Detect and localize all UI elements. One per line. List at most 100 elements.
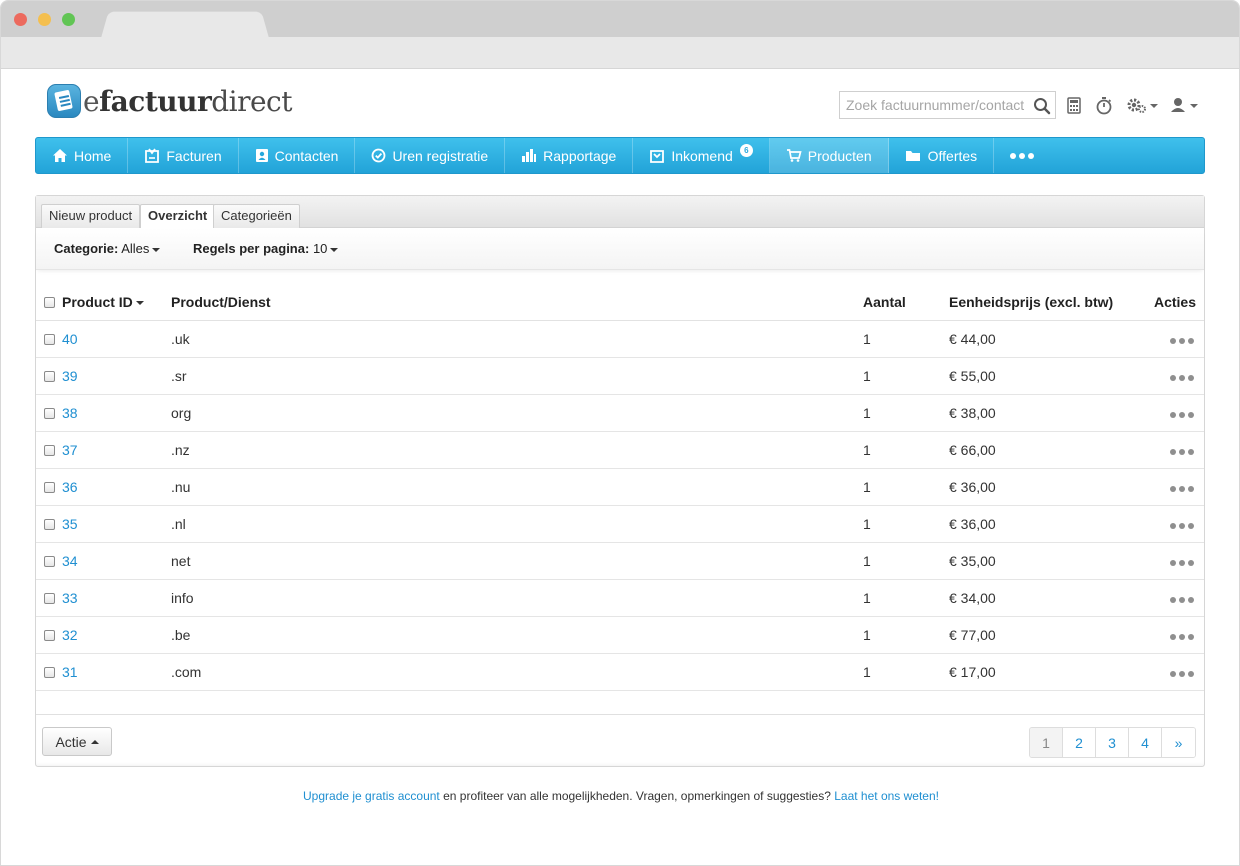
row-actions-menu-icon[interactable] bbox=[1170, 337, 1194, 344]
category-filter[interactable]: Categorie: Alles bbox=[54, 241, 161, 256]
select-all-checkbox[interactable] bbox=[44, 296, 55, 308]
window-close-button[interactable] bbox=[14, 13, 27, 26]
product-id-link[interactable]: 34 bbox=[62, 553, 78, 569]
row-actions-menu-icon[interactable] bbox=[1170, 596, 1194, 603]
rows-per-page-label: Regels per pagina: bbox=[193, 241, 310, 256]
clock-check-icon bbox=[372, 148, 386, 163]
search-input[interactable] bbox=[840, 92, 1030, 118]
cell-unit-price: € 35,00 bbox=[949, 542, 1139, 580]
cell-quantity: 1 bbox=[863, 394, 949, 432]
product-id-link[interactable]: 33 bbox=[62, 590, 78, 606]
row-actions-menu-icon[interactable] bbox=[1170, 559, 1194, 566]
product-id-link[interactable]: 39 bbox=[62, 368, 78, 384]
cell-product-id: 36 bbox=[36, 468, 171, 506]
row-actions-menu-icon[interactable] bbox=[1170, 448, 1194, 455]
pagination-page[interactable]: 4 bbox=[1129, 728, 1162, 757]
product-id-link[interactable]: 31 bbox=[62, 664, 78, 680]
pagination-page[interactable]: 1 bbox=[1030, 728, 1063, 757]
table-row[interactable]: 33 info 1 € 34,00 bbox=[36, 579, 1204, 617]
pagination-page[interactable]: 3 bbox=[1096, 728, 1129, 757]
nav-item-rapportage[interactable]: Rapportage bbox=[505, 138, 634, 173]
table-row[interactable]: 37 .nz 1 € 66,00 bbox=[36, 431, 1204, 469]
nav-more-button[interactable] bbox=[994, 138, 1050, 173]
nav-item-contacten[interactable]: Contacten bbox=[239, 138, 356, 173]
upgrade-account-link[interactable]: Upgrade je gratis account bbox=[303, 789, 440, 803]
stopwatch-icon[interactable] bbox=[1095, 94, 1113, 116]
header-product: Product/Dienst bbox=[171, 284, 863, 321]
cell-actions bbox=[1139, 579, 1204, 617]
product-id-link[interactable]: 36 bbox=[62, 479, 78, 495]
cell-product-id: 39 bbox=[36, 357, 171, 395]
home-icon bbox=[53, 149, 67, 162]
nav-item-offertes[interactable]: Offertes bbox=[889, 138, 995, 173]
row-checkbox[interactable] bbox=[44, 333, 55, 345]
table-row[interactable]: 32 .be 1 € 77,00 bbox=[36, 616, 1204, 654]
app-logo[interactable]: efactuurdirect bbox=[47, 84, 292, 118]
window-maximize-button[interactable] bbox=[62, 13, 75, 26]
calculator-icon[interactable] bbox=[1067, 94, 1081, 116]
table-footer-bar: Actie 1 2 3 4» bbox=[36, 714, 1204, 766]
pagination-next[interactable]: » bbox=[1162, 728, 1195, 757]
row-checkbox[interactable] bbox=[44, 518, 55, 530]
logo-text: efactuurdirect bbox=[83, 84, 292, 118]
row-checkbox[interactable] bbox=[44, 481, 55, 493]
row-actions-menu-icon[interactable] bbox=[1170, 522, 1194, 529]
row-actions-menu-icon[interactable] bbox=[1170, 633, 1194, 640]
pagination-page[interactable]: 2 bbox=[1063, 728, 1096, 757]
nav-label: Producten bbox=[807, 147, 872, 164]
table-row[interactable]: 40 .uk 1 € 44,00 bbox=[36, 320, 1204, 358]
nav-label: Contacten bbox=[274, 147, 339, 164]
nav-item-producten[interactable]: Producten bbox=[769, 138, 889, 173]
notification-badge: 6 bbox=[739, 144, 753, 157]
search-icon[interactable] bbox=[1033, 97, 1051, 115]
table-row[interactable]: 35 .nl 1 € 36,00 bbox=[36, 505, 1204, 543]
table-row[interactable]: 36 .nu 1 € 36,00 bbox=[36, 468, 1204, 506]
table-row[interactable]: 39 .sr 1 € 55,00 bbox=[36, 357, 1204, 395]
action-button[interactable]: Actie bbox=[42, 727, 112, 756]
row-actions-menu-icon[interactable] bbox=[1170, 485, 1194, 492]
table-row[interactable]: 34 net 1 € 35,00 bbox=[36, 542, 1204, 580]
tab-overview[interactable]: Overzicht bbox=[140, 204, 216, 229]
header-quantity: Aantal bbox=[863, 284, 949, 321]
table-row[interactable]: 38 org 1 € 38,00 bbox=[36, 394, 1204, 432]
nav-label: Home bbox=[74, 147, 112, 164]
cell-product: net bbox=[171, 542, 863, 580]
panel-tabbar: Nieuw product Overzicht Categorieën bbox=[36, 196, 1204, 229]
row-checkbox[interactable] bbox=[44, 555, 55, 567]
browser-tab[interactable] bbox=[101, 11, 269, 38]
tab-new-product[interactable]: Nieuw product bbox=[41, 204, 141, 228]
nav-item-home[interactable]: Home bbox=[36, 138, 129, 173]
row-checkbox[interactable] bbox=[44, 629, 55, 641]
nav-item-uren-registratie[interactable]: Uren registratie bbox=[355, 138, 506, 173]
row-checkbox[interactable] bbox=[44, 592, 55, 604]
cell-quantity: 1 bbox=[863, 320, 949, 358]
tab-categories[interactable]: Categorieën bbox=[213, 204, 300, 228]
header-product-id[interactable]: Product ID bbox=[36, 284, 171, 321]
row-checkbox[interactable] bbox=[44, 370, 55, 382]
product-id-link[interactable]: 35 bbox=[62, 516, 78, 532]
cell-product: .nz bbox=[171, 431, 863, 469]
rows-per-page-filter[interactable]: Regels per pagina: 10 bbox=[193, 241, 339, 256]
row-checkbox[interactable] bbox=[44, 444, 55, 456]
product-id-link[interactable]: 32 bbox=[62, 627, 78, 643]
feedback-link[interactable]: Laat het ons weten! bbox=[834, 789, 939, 803]
cell-actions bbox=[1139, 505, 1204, 543]
product-id-link[interactable]: 37 bbox=[62, 442, 78, 458]
nav-item-facturen[interactable]: Facturen bbox=[128, 138, 239, 173]
row-actions-menu-icon[interactable] bbox=[1170, 411, 1194, 418]
product-id-link[interactable]: 38 bbox=[62, 405, 78, 421]
browser-window: efactuurdirect Zoek factuurnummer/contac… bbox=[0, 0, 1240, 866]
user-menu-icon[interactable] bbox=[1169, 94, 1199, 116]
table-row[interactable]: 31 .com 1 € 17,00 bbox=[36, 653, 1204, 691]
row-actions-menu-icon[interactable] bbox=[1170, 374, 1194, 381]
cell-unit-price: € 66,00 bbox=[949, 431, 1139, 469]
nav-item-inkomend[interactable]: Inkomend 6 bbox=[633, 138, 770, 173]
window-minimize-button[interactable] bbox=[38, 13, 51, 26]
product-id-link[interactable]: 40 bbox=[62, 331, 78, 347]
row-checkbox[interactable] bbox=[44, 407, 55, 419]
cell-product-id: 31 bbox=[36, 653, 171, 691]
row-checkbox[interactable] bbox=[44, 666, 55, 678]
nav-label: Inkomend bbox=[671, 147, 733, 164]
settings-gears-icon[interactable] bbox=[1125, 94, 1159, 116]
row-actions-menu-icon[interactable] bbox=[1170, 670, 1194, 677]
